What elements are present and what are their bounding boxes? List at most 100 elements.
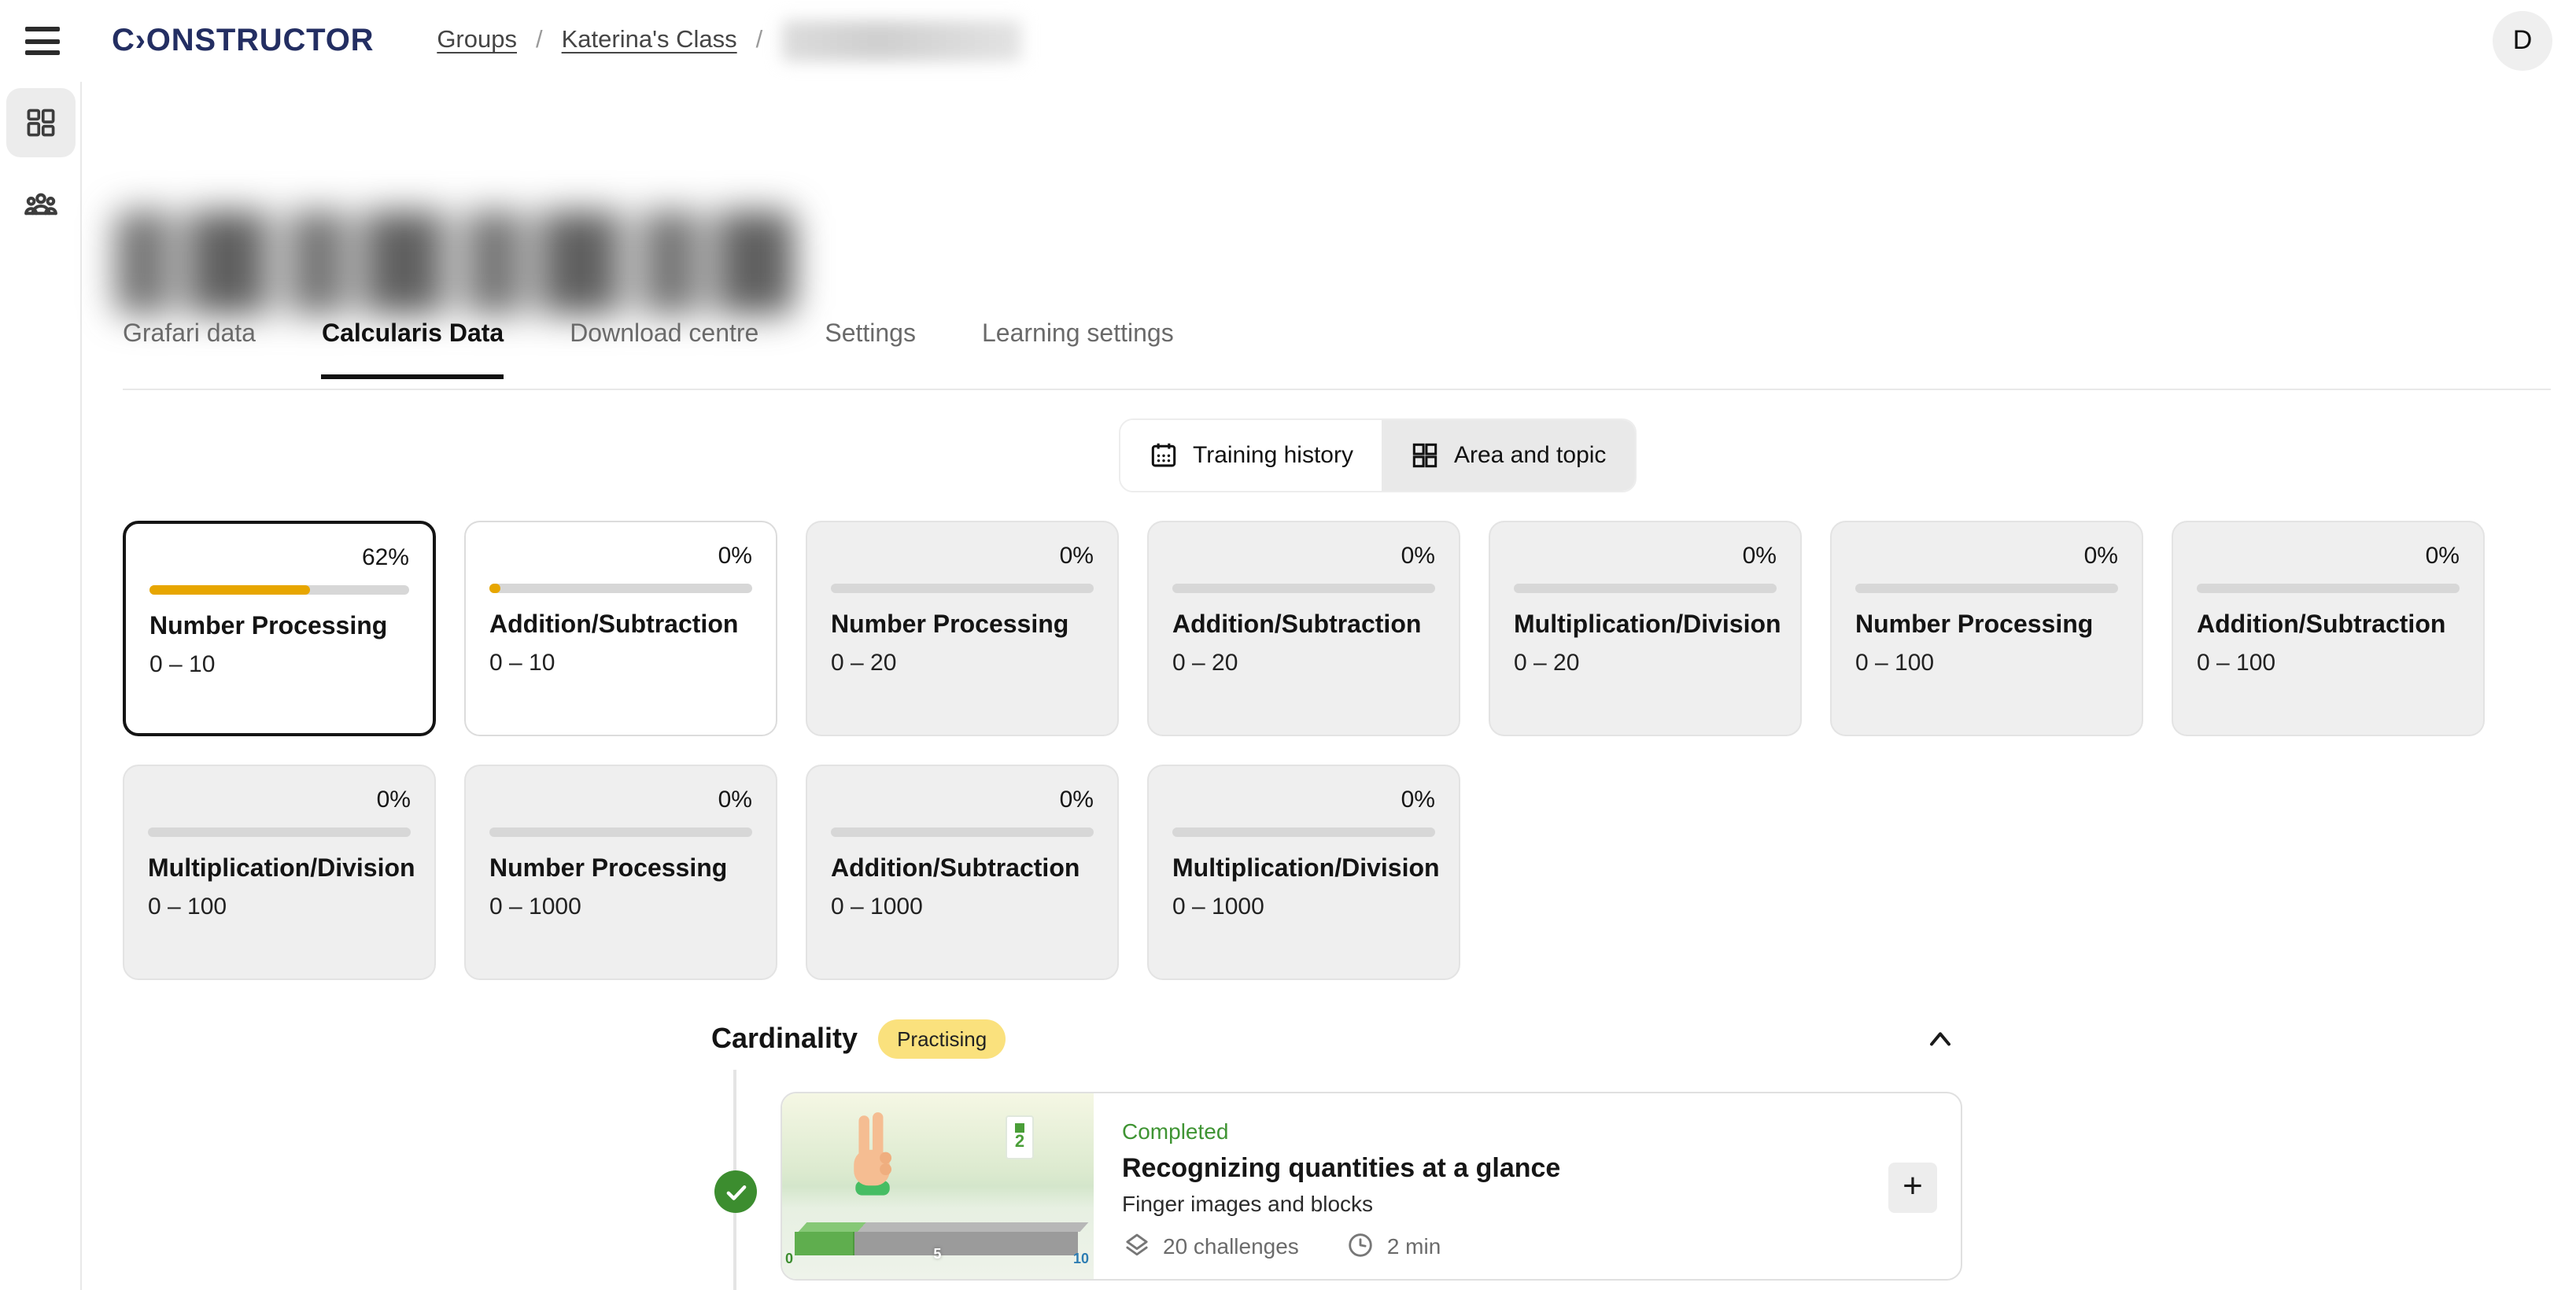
card-percent: 0%: [1401, 543, 1435, 569]
card-progress-track: [831, 584, 1094, 593]
toggle-area-and-topic[interactable]: Area and topic: [1382, 420, 1634, 491]
breadcrumb-separator: /: [756, 27, 763, 55]
breadcrumb: Groups / Katerina's Class /: [437, 20, 1020, 61]
breadcrumb-student-redacted: [781, 20, 1020, 61]
status-badge: Practising: [878, 1019, 1006, 1059]
card-title: Number Processing: [1855, 612, 2093, 640]
card-title: Number Processing: [149, 614, 387, 642]
card-range: 0 – 10: [149, 651, 215, 678]
card-percent: 0%: [2084, 543, 2118, 569]
card-percent: 0%: [718, 543, 752, 569]
sidebar-item-dashboard[interactable]: [6, 88, 75, 157]
section-header-cardinality: Cardinality Practising: [711, 1019, 1006, 1059]
card-percent: 0%: [1743, 543, 1777, 569]
card-range: 0 – 20: [1172, 650, 1238, 676]
sidebar: [0, 82, 82, 1290]
card-title: Addition/Subtraction: [489, 612, 738, 640]
card-range: 0 – 20: [831, 650, 896, 676]
tab-download-centre[interactable]: Download centre: [570, 321, 758, 379]
breadcrumb-class[interactable]: Katerina's Class: [562, 27, 737, 55]
card-range: 0 – 1000: [1172, 894, 1264, 920]
card-progress-track: [1514, 584, 1777, 593]
add-button[interactable]: +: [1888, 1163, 1937, 1213]
exercise-status: Completed: [1122, 1119, 1228, 1144]
student-name-redacted: [115, 211, 795, 315]
card-percent: 0%: [377, 787, 411, 813]
card-range: 0 – 1000: [831, 894, 923, 920]
toggle-training-history[interactable]: Training history: [1120, 420, 1382, 491]
card-percent: 0%: [1060, 787, 1094, 813]
avatar[interactable]: D: [2493, 11, 2552, 71]
number-line: 0 5 10: [795, 1222, 1078, 1257]
area-card[interactable]: 0% Number Processing 0 – 100: [1830, 521, 2143, 736]
toggle-label: Area and topic: [1454, 442, 1606, 469]
card-percent: 0%: [2426, 543, 2460, 569]
tab-calcularis-data[interactable]: Calcularis Data: [322, 321, 504, 379]
challenges-count: 20 challenges: [1163, 1233, 1299, 1258]
main-content: Grafari data Calcularis Data Download ce…: [82, 82, 2576, 1290]
area-card[interactable]: 0% Addition/Subtraction 0 – 100: [2172, 521, 2485, 736]
card-progress-track: [1172, 827, 1435, 837]
card-progress-track: [148, 827, 411, 837]
clock-icon: [1346, 1230, 1376, 1260]
completed-check-icon: [714, 1170, 757, 1213]
card-title: Addition/Subtraction: [2197, 612, 2445, 640]
tab-bar: Grafari data Calcularis Data Download ce…: [123, 321, 1174, 379]
area-card[interactable]: 0% Multiplication/Division 0 – 100: [123, 765, 436, 980]
area-card[interactable]: 0% Number Processing 0 – 1000: [464, 765, 777, 980]
top-bar: C›ONSTRUCTOR Groups / Katerina's Class /…: [0, 0, 2576, 82]
card-range: 0 – 100: [148, 894, 227, 920]
exercise-subtitle: Finger images and blocks: [1122, 1191, 1373, 1216]
card-title: Addition/Subtraction: [1172, 612, 1421, 640]
card-progress-fill: [149, 585, 311, 595]
plus-icon: +: [1902, 1169, 1923, 1203]
area-card[interactable]: 0% Addition/Subtraction 0 – 1000: [806, 765, 1119, 980]
tab-grafari-data[interactable]: Grafari data: [123, 321, 256, 379]
people-icon: [21, 186, 59, 223]
hamburger-menu-icon[interactable]: [24, 25, 61, 57]
card-progress-track: [1855, 584, 2118, 593]
card-title: Multiplication/Division: [1172, 856, 1440, 884]
calendar-icon: [1149, 440, 1179, 470]
area-card[interactable]: 0% Multiplication/Division 0 – 1000: [1147, 765, 1460, 980]
layers-icon: [1122, 1230, 1152, 1260]
card-percent: 62%: [362, 544, 409, 571]
card-progress-track: [2197, 584, 2460, 593]
scale-start-label: 0: [785, 1251, 793, 1266]
area-card[interactable]: 62% Number Processing 0 – 10: [123, 521, 436, 736]
tab-learning-settings[interactable]: Learning settings: [982, 321, 1174, 379]
card-title: Multiplication/Division: [148, 856, 415, 884]
card-title: Number Processing: [831, 612, 1068, 640]
card-percent: 0%: [718, 787, 752, 813]
area-card[interactable]: 0% Addition/Subtraction 0 – 10: [464, 521, 777, 736]
area-card-grid: 62% Number Processing 0 – 10 0% Addition…: [123, 521, 2485, 980]
card-range: 0 – 100: [2197, 650, 2275, 676]
sidebar-item-groups[interactable]: [6, 170, 75, 239]
exercise-title: Recognizing quantities at a glance: [1122, 1153, 1560, 1185]
exercise-thumbnail: 2 0 5 10: [782, 1093, 1094, 1279]
tab-settings[interactable]: Settings: [825, 321, 916, 379]
breadcrumb-separator: /: [536, 27, 543, 55]
chevron-up-icon: [1923, 1023, 1958, 1057]
area-card[interactable]: 0% Number Processing 0 – 20: [806, 521, 1119, 736]
card-progress-track: [489, 584, 752, 593]
breadcrumb-groups[interactable]: Groups: [437, 27, 517, 55]
dashboard-icon: [23, 105, 57, 140]
card-range: 0 – 100: [1855, 650, 1934, 676]
exercise-meta: 20 challenges 2 min: [1122, 1230, 1441, 1260]
card-progress-track: [831, 827, 1094, 837]
card-title: Addition/Subtraction: [831, 856, 1079, 884]
area-card[interactable]: 0% Addition/Subtraction 0 – 20: [1147, 521, 1460, 736]
app-logo: C›ONSTRUCTOR: [112, 23, 374, 59]
exercise-card[interactable]: 2 0 5 10 Completed Recognizing quantitie…: [781, 1092, 1962, 1281]
collapse-section-button[interactable]: [1920, 1019, 1961, 1060]
area-card[interactable]: 0% Multiplication/Division 0 – 20: [1489, 521, 1802, 736]
duration-label: 2 min: [1387, 1233, 1441, 1258]
card-progress-track: [489, 827, 752, 837]
card-range: 0 – 10: [489, 650, 555, 676]
tab-divider: [123, 389, 2551, 390]
toggle-label: Training history: [1193, 442, 1353, 469]
card-progress-track: [149, 585, 409, 595]
number-card: 2: [1006, 1115, 1034, 1159]
card-range: 0 – 20: [1514, 650, 1579, 676]
